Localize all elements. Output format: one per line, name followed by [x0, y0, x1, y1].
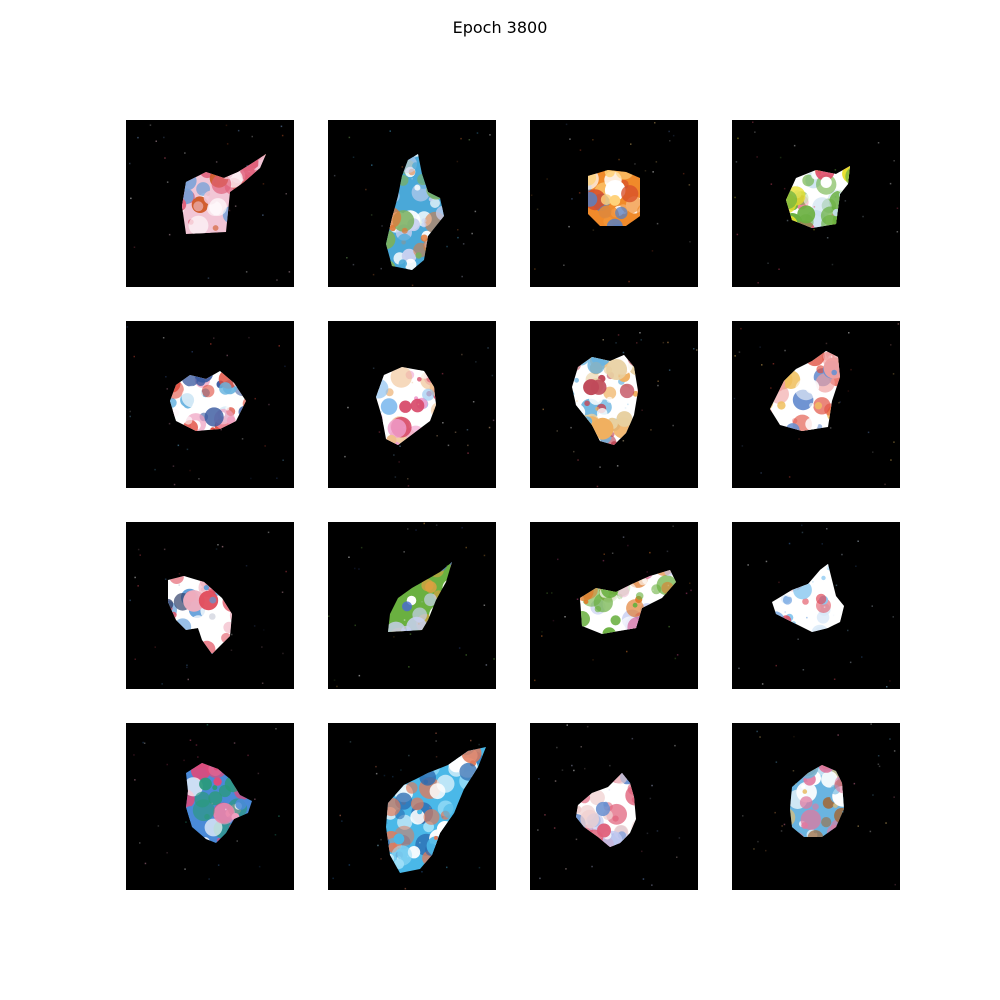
sample-image-5: [126, 321, 294, 488]
sample-image-6: [328, 321, 496, 488]
sample-image-4: [732, 120, 900, 287]
sample-image-15: [530, 723, 698, 890]
figure-title: Epoch 3800: [452, 18, 548, 37]
sample-image-16: [732, 723, 900, 890]
sample-image-13: [126, 723, 294, 890]
sample-image-2: [328, 120, 496, 287]
sample-image-11: [530, 522, 698, 689]
sample-image-8: [732, 321, 900, 488]
sample-image-3: [530, 120, 698, 287]
sample-image-7: [530, 321, 698, 488]
sample-image-9: [126, 522, 294, 689]
sample-image-12: [732, 522, 900, 689]
sample-image-1: [126, 120, 294, 287]
sample-image-10: [328, 522, 496, 689]
sample-image-14: [328, 723, 496, 890]
